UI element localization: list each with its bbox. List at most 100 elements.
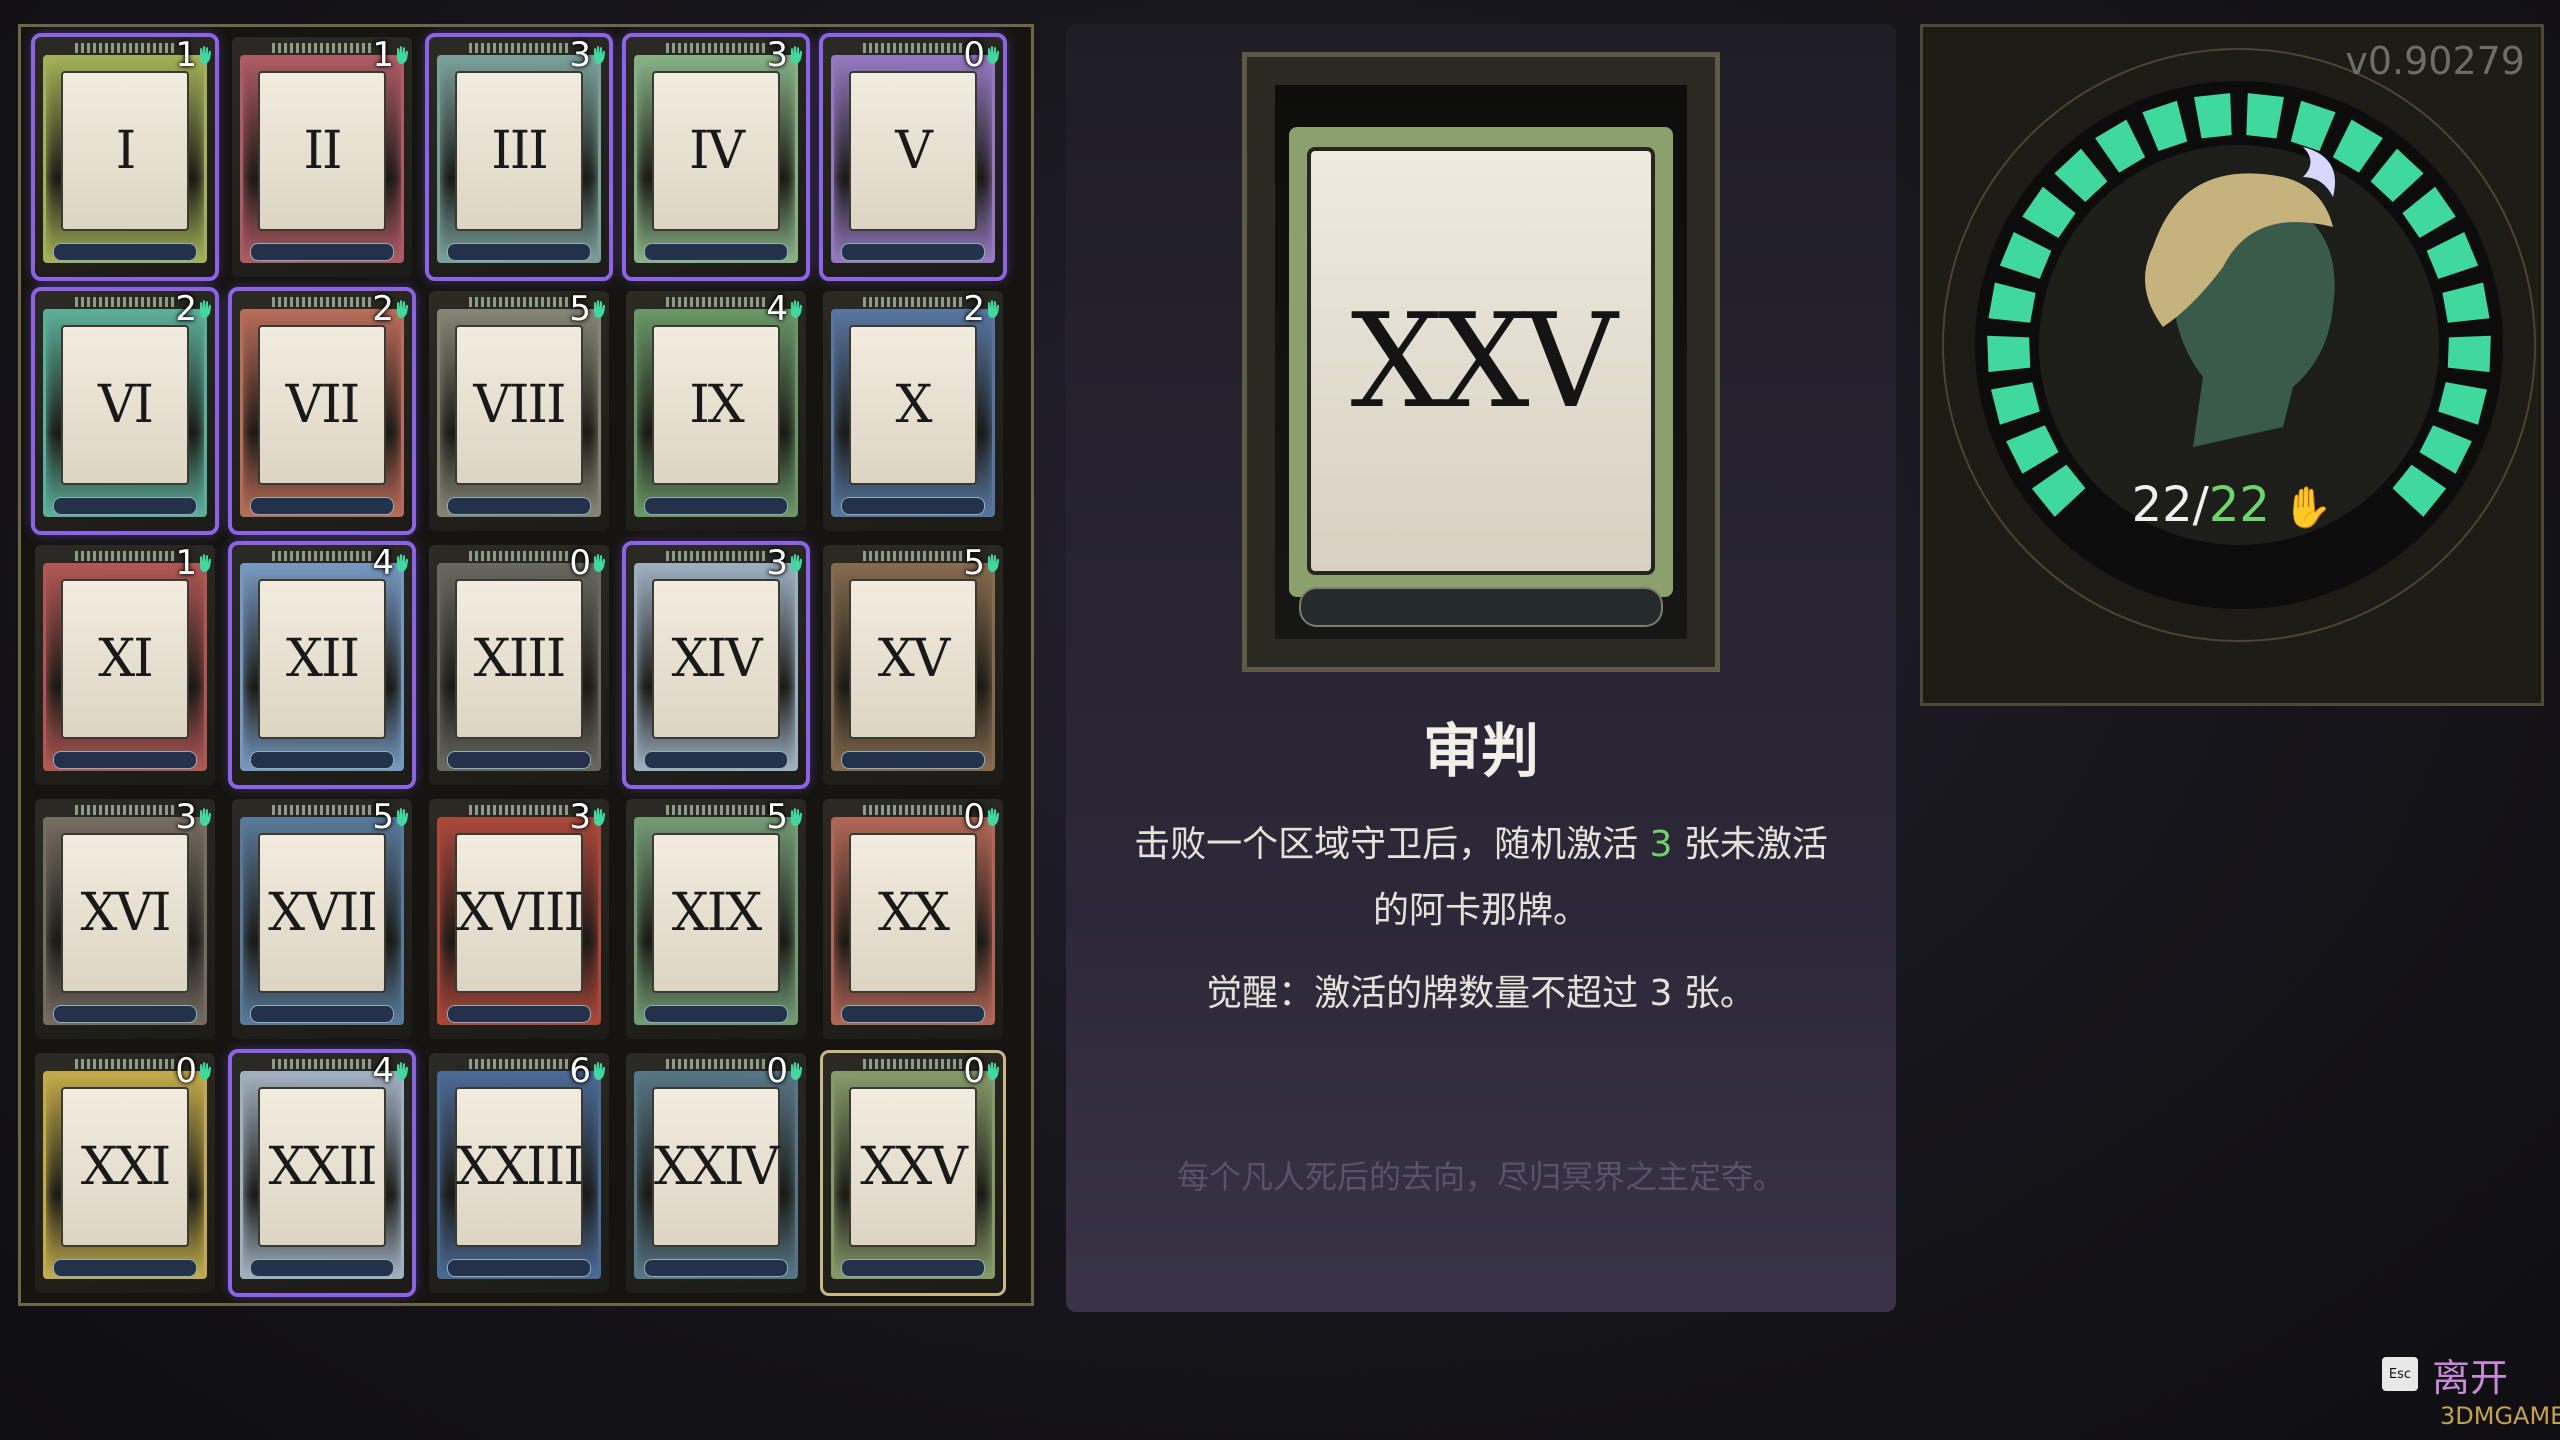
arcana-card[interactable]: XIX 5 <box>626 797 806 1039</box>
arcana-card[interactable]: XVIII 3 <box>429 797 609 1039</box>
card-crest <box>666 297 766 307</box>
card-script <box>447 751 591 769</box>
card-cost: 2 <box>372 289 394 329</box>
card-description: 击败一个区域守卫后，随机激活 3 张未激活的阿卡那牌。 <box>1126 812 1836 944</box>
card-script <box>841 751 985 769</box>
card-face: V <box>849 71 977 231</box>
hand-icon <box>988 46 999 64</box>
card-cost: 3 <box>766 35 788 75</box>
card-face: XIX <box>652 833 780 993</box>
card-numeral: XXII <box>268 1137 377 1197</box>
card-script <box>250 243 394 261</box>
arcana-card[interactable]: VI 2 <box>31 287 219 535</box>
hand-icon <box>988 1062 999 1080</box>
grasp-hand-icon: ✋ <box>2269 485 2333 531</box>
card-face: I <box>61 71 189 231</box>
arcana-card[interactable]: II 1 <box>232 35 412 277</box>
arcana-card[interactable]: XXI 0 <box>35 1051 215 1293</box>
card-cost: 0 <box>766 1051 788 1091</box>
arcana-card[interactable]: XIII 0 <box>429 543 609 785</box>
hand-icon <box>594 554 605 572</box>
arcana-card[interactable]: XIV 3 <box>622 541 810 789</box>
card-crest <box>666 1059 766 1069</box>
hand-icon <box>988 300 999 318</box>
card-face: II <box>258 71 386 231</box>
card-cost: 1 <box>372 35 394 75</box>
card-cost: 4 <box>372 543 394 583</box>
arcana-card[interactable]: XX 0 <box>823 797 1003 1039</box>
card-cost: 2 <box>963 289 985 329</box>
card-crest <box>666 43 766 53</box>
card-cost: 0 <box>963 35 985 75</box>
card-script <box>250 1259 394 1277</box>
card-numeral: XX <box>877 883 950 943</box>
card-script <box>841 1259 985 1277</box>
card-cost: 1 <box>175 543 197 583</box>
hand-icon <box>594 300 605 318</box>
watermark: 3DMGAME <box>2440 1402 2560 1430</box>
card-crest <box>666 551 766 561</box>
arcana-card[interactable]: XXV 0 <box>820 1050 1006 1296</box>
card-face: IV <box>652 71 780 231</box>
arcana-card[interactable]: VII 2 <box>228 287 416 535</box>
arcana-card[interactable]: XI 1 <box>35 543 215 785</box>
arcana-card[interactable]: IX 4 <box>626 289 806 531</box>
card-cost: 6 <box>569 1051 591 1091</box>
selected-card-art: XXV <box>1242 52 1720 672</box>
card-cost: 2 <box>175 289 197 329</box>
card-script <box>841 497 985 515</box>
arcana-card[interactable]: XII 4 <box>228 541 416 789</box>
selected-card-numeral: XXV <box>1350 285 1618 437</box>
hand-icon <box>397 300 408 318</box>
card-crest <box>75 297 175 307</box>
exit-button[interactable]: Esc 离开 <box>2382 1352 2508 1400</box>
arcana-card[interactable]: III 3 <box>425 33 613 281</box>
card-script <box>250 751 394 769</box>
card-face: VII <box>258 325 386 485</box>
card-face: VI <box>61 325 189 485</box>
arcana-card[interactable]: I1 <box>31 33 219 281</box>
card-numeral: XIII <box>473 629 567 689</box>
card-script <box>53 1005 197 1023</box>
card-face: XII <box>258 579 386 739</box>
hand-icon <box>200 46 211 64</box>
arcana-card[interactable]: XXII 4 <box>228 1049 416 1297</box>
card-face: X <box>849 325 977 485</box>
arcana-card[interactable]: XVII 5 <box>232 797 412 1039</box>
card-numeral: X <box>895 375 932 435</box>
card-script <box>53 497 197 515</box>
arcana-card[interactable]: XXIII 6 <box>429 1051 609 1293</box>
arcana-card[interactable]: V0 <box>819 33 1007 281</box>
card-awaken-text: 觉醒：激活的牌数量不超过 3 张。 <box>1206 973 1756 1014</box>
card-numeral: XXI <box>80 1137 172 1197</box>
card-script <box>644 497 788 515</box>
card-face: XV <box>849 579 977 739</box>
card-script <box>250 497 394 515</box>
card-script <box>53 751 197 769</box>
card-cost: 5 <box>372 797 394 837</box>
card-crest <box>469 43 569 53</box>
card-numeral: XVIII <box>455 883 584 943</box>
hand-icon <box>791 46 802 64</box>
grasp-max: 22 <box>2208 477 2270 533</box>
card-crest <box>469 805 569 815</box>
card-cost: 5 <box>569 289 591 329</box>
card-script <box>447 1005 591 1023</box>
arcana-card[interactable]: XXIV 0 <box>626 1051 806 1293</box>
card-script <box>250 1005 394 1023</box>
arcana-card[interactable]: XVI 3 <box>35 797 215 1039</box>
card-script <box>644 1259 788 1277</box>
card-crest <box>272 297 372 307</box>
hand-icon <box>988 554 999 572</box>
selected-card-script <box>1299 587 1663 627</box>
card-cost: 3 <box>175 797 197 837</box>
hand-icon <box>791 554 802 572</box>
card-description-text-1: 击败一个区域守卫后，随机激活 <box>1134 824 1650 865</box>
arcana-card[interactable]: IV 3 <box>622 33 810 281</box>
arcana-card[interactable]: XV 5 <box>823 543 1003 785</box>
card-detail-panel: XXV 审判 击败一个区域守卫后，随机激活 3 张未激活的阿卡那牌。 觉醒：激活… <box>1066 24 1896 1312</box>
card-script <box>644 751 788 769</box>
card-cost: 0 <box>963 1051 985 1091</box>
arcana-card[interactable]: X2 <box>823 289 1003 531</box>
arcana-card[interactable]: VIII 5 <box>429 289 609 531</box>
